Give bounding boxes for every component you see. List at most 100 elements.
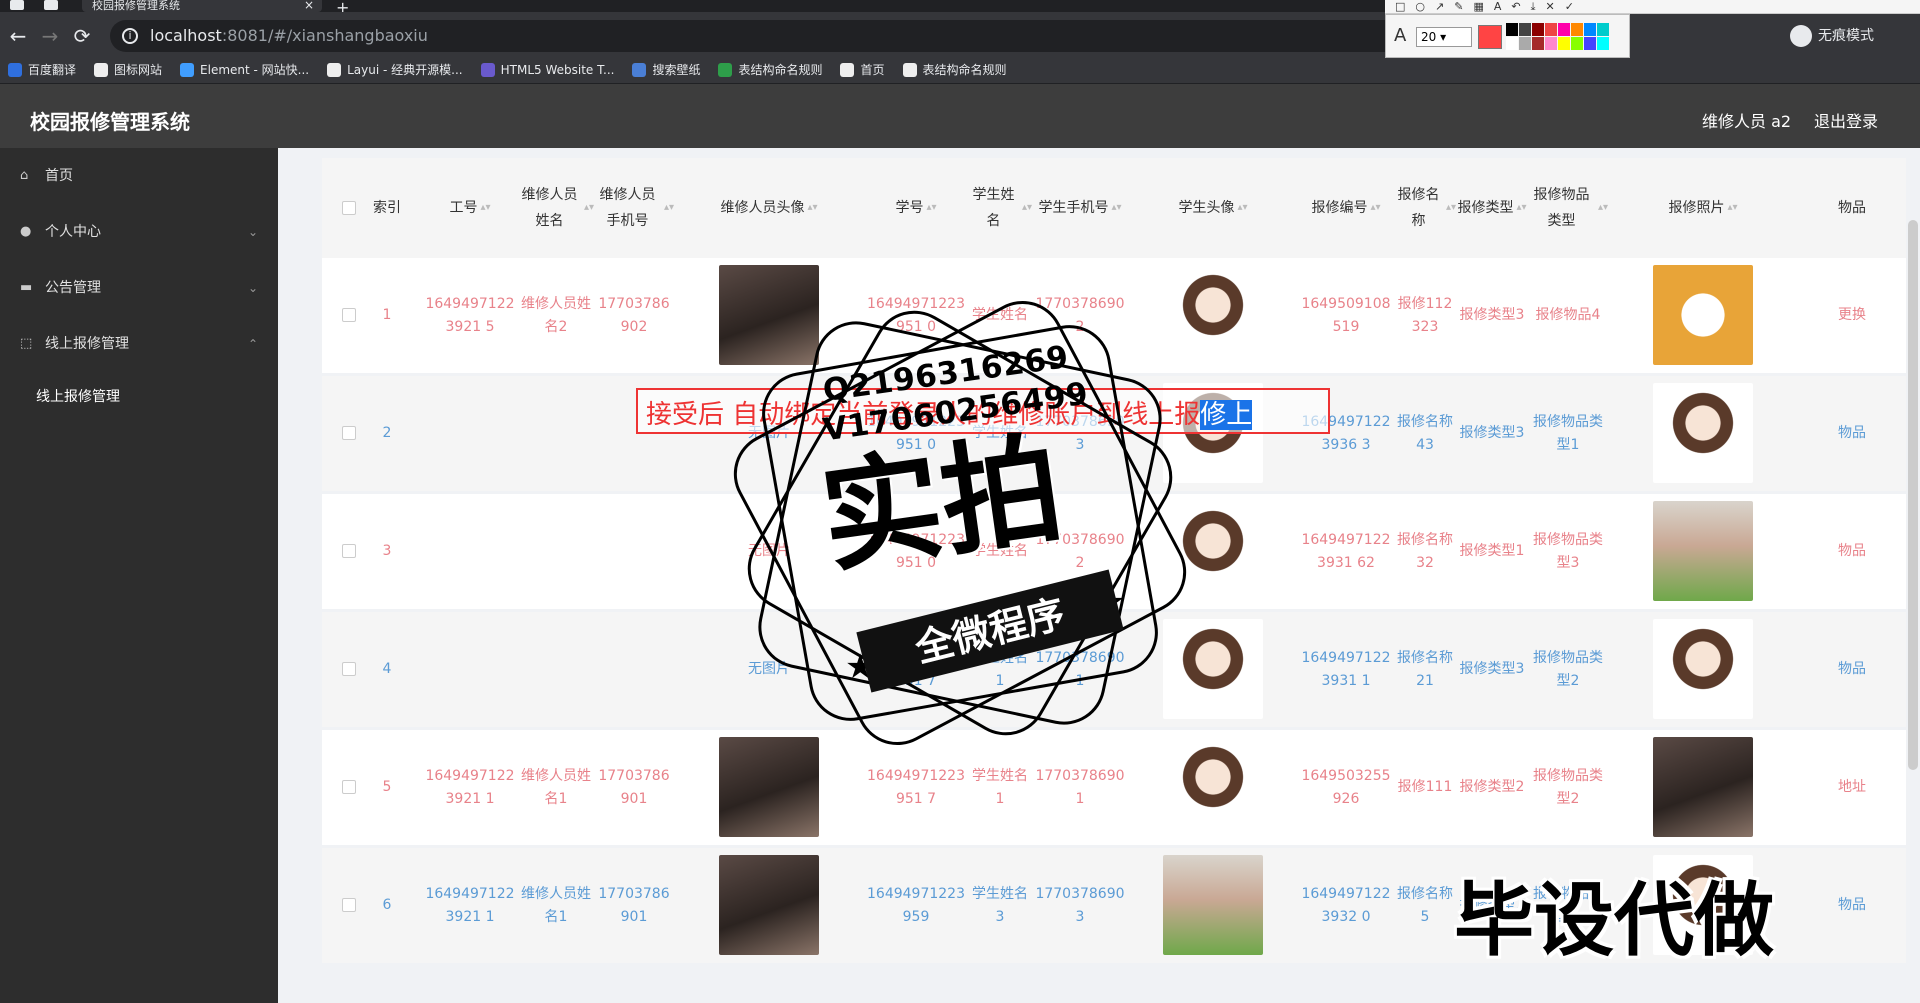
palette-swatch[interactable] (1558, 23, 1570, 36)
palette-swatch[interactable] (1532, 23, 1544, 36)
site-info-icon[interactable]: i (122, 28, 138, 44)
browser-tab[interactable]: 校园报修管理系统 × (82, 0, 322, 12)
avatar-image[interactable] (1653, 737, 1753, 837)
font-size-select[interactable]: 20 ▾ (1416, 27, 1472, 47)
browser-menu-icon[interactable] (10, 0, 24, 10)
bookmark-item[interactable]: 首页 (840, 61, 885, 78)
palette-swatch[interactable] (1597, 23, 1609, 36)
sidebar-item-notices[interactable]: ▬ 公告管理 ⌄ (0, 260, 278, 316)
sort-icon[interactable]: ▴▾ (1237, 195, 1247, 221)
incognito-icon (1790, 25, 1812, 47)
column-header[interactable]: 报修物品类型 ▴▾ (1528, 158, 1608, 258)
sidebar-item-online-repair[interactable]: ⬚ 线上报修管理 ⌃ (0, 316, 278, 372)
rect-tool-icon[interactable]: □ (1395, 0, 1405, 13)
bookmark-label: 图标网站 (114, 63, 163, 77)
palette-swatch[interactable] (1571, 37, 1583, 50)
bx-name-cell: 报修名称5 (1397, 885, 1453, 925)
palette-swatch[interactable] (1519, 23, 1531, 36)
confirm-icon[interactable]: ✓ (1565, 0, 1574, 13)
incognito-indicator[interactable]: 无痕模式 (1790, 24, 1874, 48)
mosaic-tool-icon[interactable]: ▦ (1473, 0, 1483, 13)
avatar-image[interactable] (1653, 501, 1753, 601)
sort-icon[interactable]: ▴▾ (1598, 195, 1608, 221)
column-header[interactable]: 学号 ▴▾ (864, 158, 968, 258)
save-icon[interactable]: ⤓ (1531, 0, 1536, 13)
wx-name-cell (518, 612, 594, 727)
close-icon[interactable]: ✕ (1545, 0, 1554, 13)
scrollbar[interactable] (1908, 220, 1918, 770)
bookmarks-bar: 百度翻译 图标网站 Element - 网站快... Layui - 经典开源模...… (0, 56, 1920, 84)
xuehao-cell: 16494971223959 (867, 885, 965, 925)
sidebar-item-profile[interactable]: ● 个人中心 ⌄ (0, 204, 278, 260)
bookmark-item[interactable]: 搜索壁纸 (632, 61, 700, 78)
bookmark-item[interactable]: 表结构命名规则 (718, 61, 822, 78)
palette-swatch[interactable] (1506, 37, 1518, 50)
pen-tool-icon[interactable]: ✎ (1454, 0, 1463, 13)
palette-swatch[interactable] (1558, 37, 1570, 50)
sort-icon[interactable]: ▴▾ (1727, 195, 1737, 221)
active-color-swatch[interactable] (1478, 25, 1502, 49)
palette-swatch[interactable] (1545, 23, 1557, 36)
bookmark-item[interactable]: Layui - 经典开源模... (327, 61, 463, 78)
palette-swatch[interactable] (1506, 23, 1518, 36)
back-icon[interactable]: ← (6, 24, 30, 48)
column-header[interactable]: 工号 ▴▾ (422, 158, 518, 258)
sidebar-subitem-online-repair[interactable]: 线上报修管理 (0, 372, 278, 422)
sort-icon[interactable]: ▴▾ (1111, 195, 1121, 221)
sidebar-item-home[interactable]: ⌂ 首页 (0, 148, 278, 204)
palette-swatch[interactable] (1571, 23, 1583, 36)
sort-icon[interactable]: ▴▾ (926, 195, 936, 221)
bookmark-item[interactable]: Element - 网站快... (180, 61, 309, 78)
forward-icon[interactable]: → (38, 24, 62, 48)
column-header[interactable]: 报修编号 ▴▾ (1298, 158, 1394, 258)
avatar-image[interactable] (1653, 619, 1753, 719)
font-icon: A (1394, 25, 1407, 46)
column-header[interactable]: 维修人员手机号 ▴▾ (594, 158, 674, 258)
sort-icon[interactable]: ▴▾ (1446, 195, 1456, 221)
sort-icon[interactable]: ▴▾ (1022, 195, 1032, 221)
ellipse-tool-icon[interactable]: ○ (1415, 0, 1425, 13)
arrow-tool-icon[interactable]: ↗ (1435, 0, 1444, 13)
index-cell: 3 (382, 543, 392, 559)
tab-close-icon[interactable]: × (304, 0, 314, 11)
bookmark-item[interactable]: HTML5 Website T... (480, 62, 614, 77)
palette-swatch[interactable] (1545, 37, 1557, 50)
url-input[interactable]: i localhost:8081/#/xianshangbaoxiu (110, 20, 1410, 52)
column-header[interactable]: 报修类型 ▴▾ (1456, 158, 1528, 258)
sort-icon[interactable]: ▴▾ (480, 195, 490, 221)
avatar-image[interactable] (1653, 383, 1753, 483)
sort-icon[interactable]: ▴▾ (807, 195, 817, 221)
avatar-image[interactable] (1653, 265, 1753, 365)
wx-phone-cell (594, 612, 674, 727)
palette-swatch[interactable] (1584, 23, 1596, 36)
avatar-image[interactable] (1163, 855, 1263, 955)
palette-swatch[interactable] (1532, 37, 1544, 50)
sort-icon[interactable]: ▴▾ (664, 195, 674, 221)
column-header[interactable]: 维修人员姓名 ▴▾ (518, 158, 594, 258)
column-header[interactable]: 维修人员头像 ▴▾ (674, 158, 864, 258)
column-header[interactable]: 报修名称 ▴▾ (1394, 158, 1456, 258)
bookmark-icon (632, 62, 647, 77)
sort-icon[interactable]: ▴▾ (584, 195, 594, 221)
palette-swatch[interactable] (1597, 37, 1609, 50)
column-header[interactable]: 学生姓名 ▴▾ (968, 158, 1032, 258)
column-header[interactable]: 报修照片 ▴▾ (1608, 158, 1798, 258)
undo-icon[interactable]: ↶ (1511, 0, 1520, 13)
logout-link[interactable]: 退出登录 (1814, 108, 1878, 132)
gonghao-cell (422, 376, 518, 491)
tab-list-icon[interactable] (44, 0, 58, 10)
avatar-image[interactable] (719, 855, 819, 955)
column-header[interactable]: 学生头像 ▴▾ (1128, 158, 1298, 258)
sort-icon[interactable]: ▴▾ (1516, 195, 1526, 221)
bookmark-item[interactable]: 图标网站 (94, 61, 162, 78)
palette-swatch[interactable] (1584, 37, 1596, 50)
reload-icon[interactable]: ⟳ (70, 24, 94, 48)
text-tool-icon[interactable]: A (1494, 0, 1502, 13)
column-header[interactable]: 学生手机号 ▴▾ (1032, 158, 1128, 258)
bookmark-item[interactable]: 表结构命名规则 (902, 61, 1007, 78)
bookmark-label: 首页 (860, 63, 885, 77)
bx-type-cell: 报修类型3 (1459, 307, 1525, 323)
bookmark-item[interactable]: 百度翻译 (8, 61, 76, 78)
palette-swatch[interactable] (1519, 37, 1531, 50)
sort-icon[interactable]: ▴▾ (1370, 195, 1380, 221)
